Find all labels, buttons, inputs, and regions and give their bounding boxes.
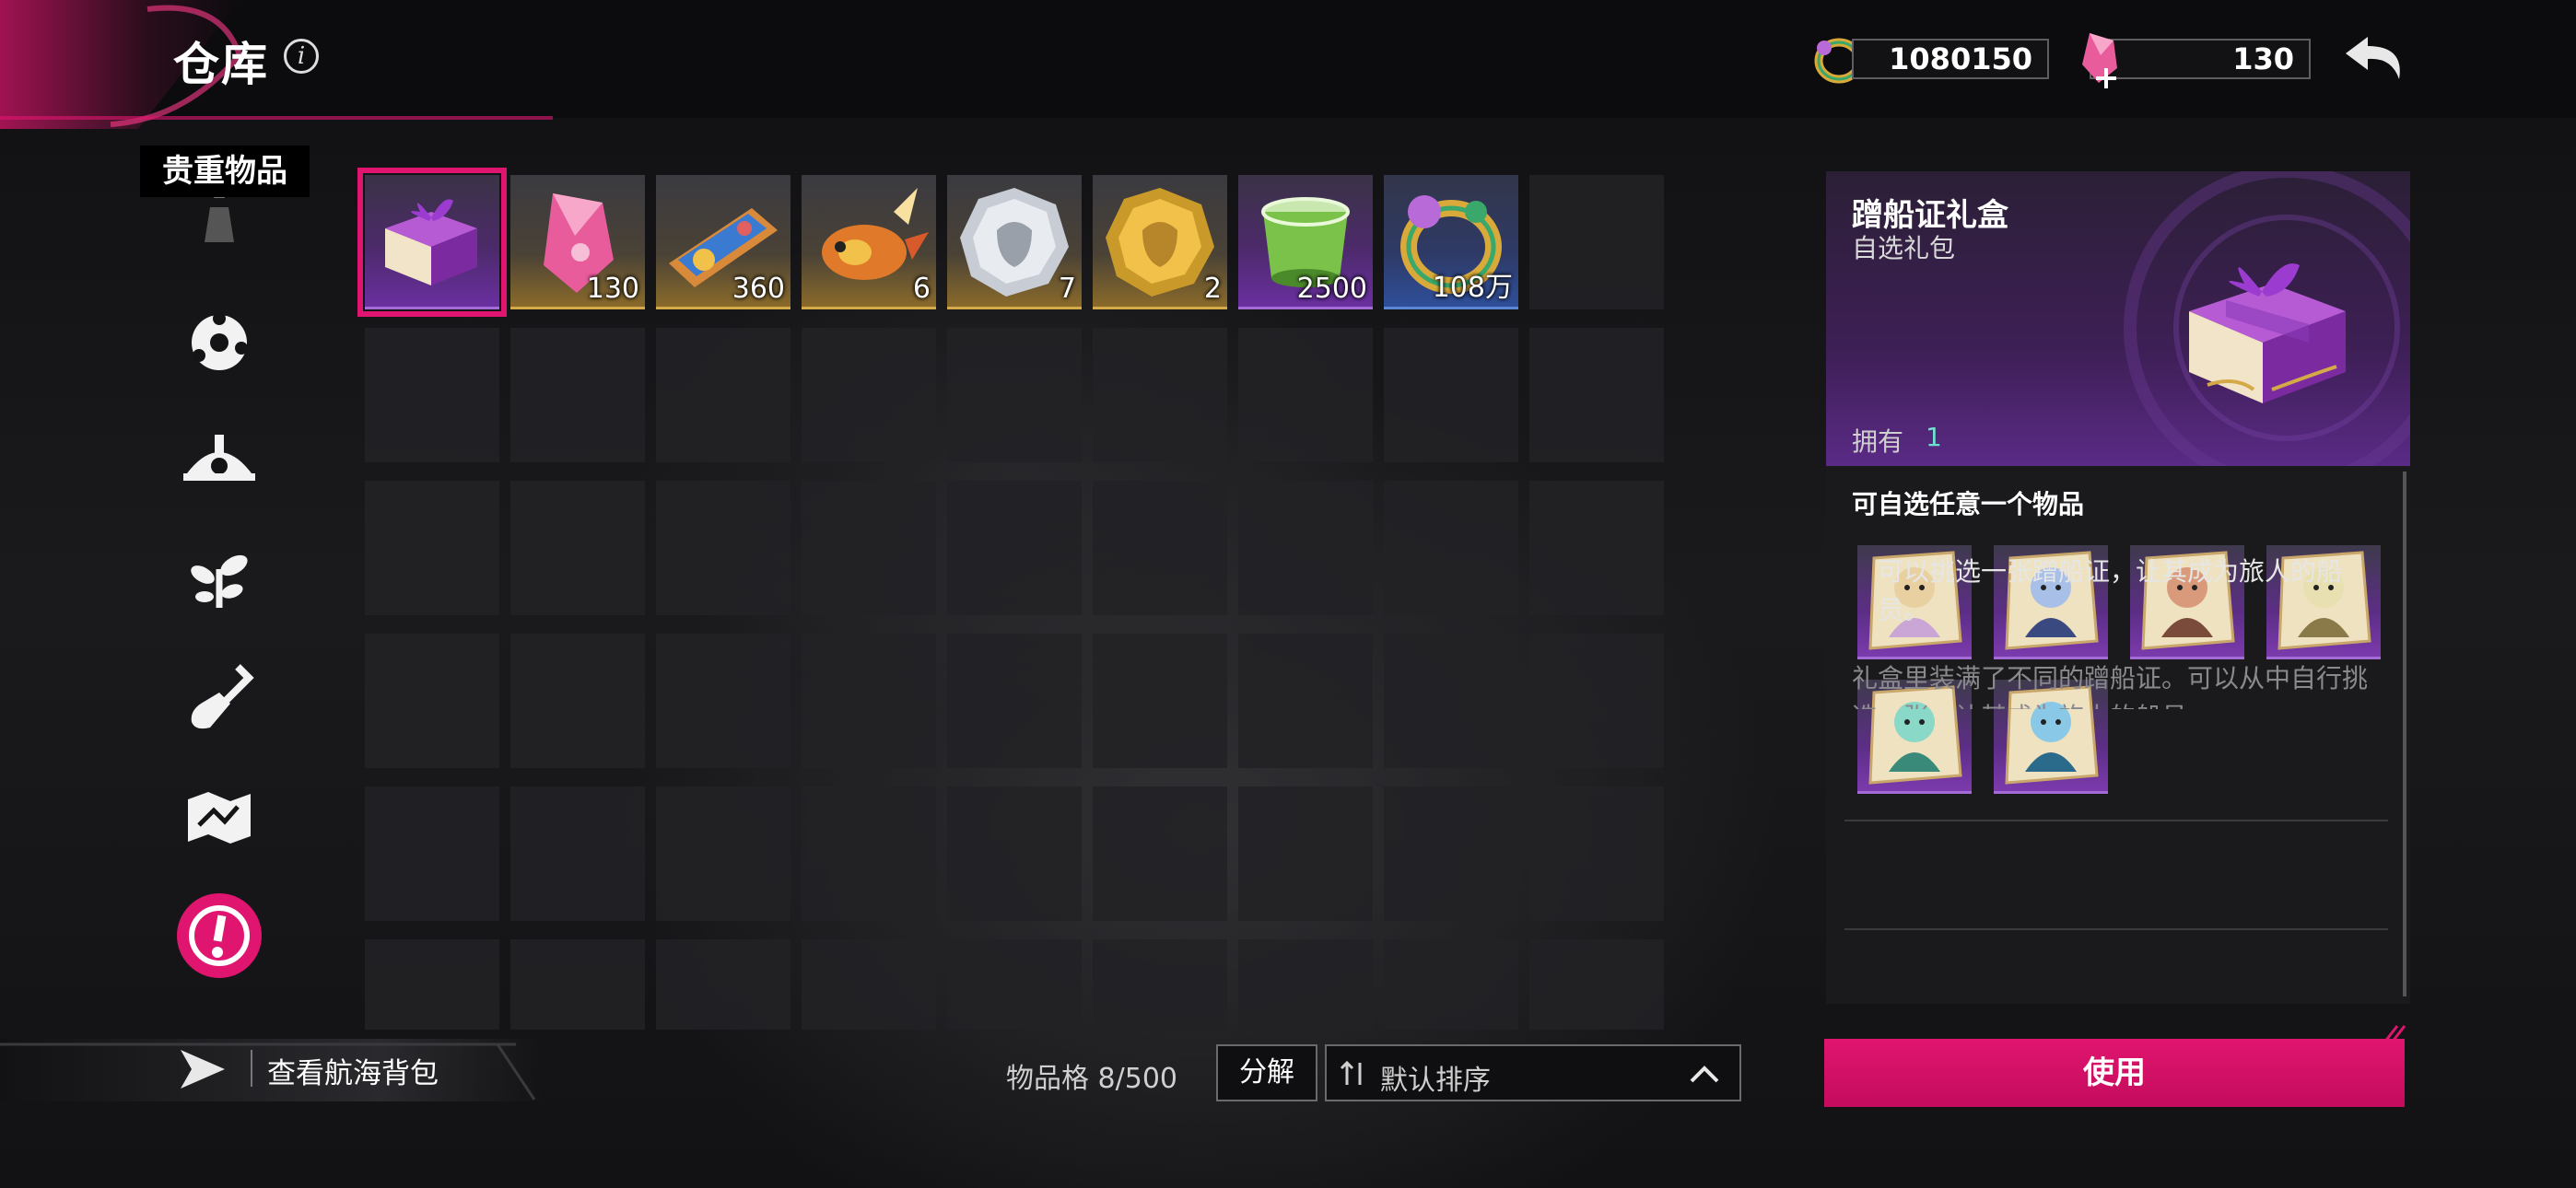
empty-slot[interactable] <box>365 939 499 1030</box>
empty-slot[interactable] <box>947 786 1082 921</box>
empty-slot[interactable] <box>1529 175 1664 309</box>
empty-slot[interactable] <box>1384 328 1518 462</box>
empty-slot[interactable] <box>510 481 645 615</box>
inventory-slot[interactable]: 6 <box>802 175 936 309</box>
item-count: 360 <box>732 273 785 305</box>
empty-slot[interactable] <box>510 786 645 921</box>
button-accent-decoration <box>2381 1022 2408 1044</box>
inventory-slot[interactable]: 130 <box>510 175 645 309</box>
empty-slot[interactable] <box>947 939 1082 1030</box>
arrow-right-icon[interactable] <box>177 1046 228 1092</box>
sort-label: 默认排序 <box>1380 1065 1491 1097</box>
empty-slot[interactable] <box>802 328 936 462</box>
empty-slot[interactable] <box>656 786 790 921</box>
empty-slot[interactable] <box>1093 634 1227 768</box>
inventory-slot[interactable] <box>357 168 507 317</box>
empty-slot[interactable] <box>1529 939 1664 1030</box>
empty-slot[interactable] <box>365 328 499 462</box>
empty-slot[interactable] <box>365 786 499 921</box>
selection-frame <box>357 168 507 317</box>
sort-arrows-icon <box>1340 1059 1367 1089</box>
empty-slot[interactable] <box>1529 786 1664 921</box>
item-lore: 礼盒里装满了不同的蹭船证。可以从中自行挑选一张，让其成为旅人的船员。 <box>1852 663 2368 709</box>
sprout-icon[interactable] <box>173 532 265 624</box>
item-type: 自选礼包 <box>1852 233 1956 263</box>
empty-slot[interactable] <box>1093 786 1227 921</box>
back-arrow-icon[interactable] <box>2340 26 2414 90</box>
empty-slot[interactable] <box>947 328 1082 462</box>
empty-slot[interactable] <box>802 634 936 768</box>
item-description: 可以挑选一张蹭船证，让其成为旅人的船员。 <box>1878 556 2343 625</box>
divider <box>1844 820 2388 821</box>
empty-slot[interactable] <box>1238 939 1373 1030</box>
empty-slot[interactable] <box>365 634 499 768</box>
empty-slot[interactable] <box>1529 328 1664 462</box>
info-icon[interactable]: i <box>284 39 319 74</box>
empty-slot[interactable] <box>656 328 790 462</box>
empty-slot[interactable] <box>1238 481 1373 615</box>
inventory-slot[interactable]: 360 <box>656 175 790 309</box>
purple-gift-box-icon <box>2171 228 2364 422</box>
item-count: 108万 <box>1432 272 1513 304</box>
pink-crystal-plus-icon[interactable] <box>2073 28 2128 92</box>
capacity-text: 物品格 8/500 <box>1006 1063 1177 1095</box>
gear-flower-icon[interactable] <box>173 297 265 389</box>
item-count: 130 <box>586 273 639 305</box>
alert-icon[interactable] <box>173 890 265 982</box>
empty-slot[interactable] <box>1093 939 1227 1030</box>
chevron-up-icon <box>1688 1063 1721 1087</box>
inventory-slot[interactable]: 2500 <box>1238 175 1373 309</box>
empty-slot[interactable] <box>947 634 1082 768</box>
empty-slot[interactable] <box>656 481 790 615</box>
empty-slot[interactable] <box>656 634 790 768</box>
empty-slot[interactable] <box>1093 481 1227 615</box>
empty-slot[interactable] <box>1384 634 1518 768</box>
empty-slot[interactable] <box>1384 481 1518 615</box>
empty-slot[interactable] <box>510 328 645 462</box>
own-count: 1 <box>1926 422 1942 452</box>
separator <box>251 1050 252 1087</box>
empty-slot[interactable] <box>1529 481 1664 615</box>
empty-slot[interactable] <box>1529 634 1664 768</box>
item-detail-panel: 蹭船证礼盒 自选礼包 拥有 1 可自选任意一个物品 可以挑选一张蹭船证，让其成为… <box>1826 171 2410 1004</box>
view-voyage-bag-link[interactable]: 查看航海背包 <box>267 1050 439 1091</box>
empty-slot[interactable] <box>802 939 936 1030</box>
empty-slot[interactable] <box>1384 939 1518 1030</box>
empty-slot[interactable] <box>1238 786 1373 921</box>
item-detail-header: 蹭船证礼盒 自选礼包 拥有 1 <box>1826 171 2410 466</box>
empty-slot[interactable] <box>656 939 790 1030</box>
page-title: 仓库 <box>173 38 269 91</box>
category-label: 贵重物品 <box>140 146 310 197</box>
item-detail-body: 可自选任意一个物品 可以挑选一张蹭船证，让其成为旅人的船员。 礼盒里装满了不同的… <box>1826 466 2410 1004</box>
shovel-icon[interactable] <box>173 652 265 744</box>
map-icon[interactable] <box>173 770 265 862</box>
own-label: 拥有 <box>1852 426 1904 457</box>
choice-title: 可自选任意一个物品 <box>1852 489 2085 519</box>
empty-slot[interactable] <box>947 481 1082 615</box>
top-bar: 仓库 i 1080150 130 <box>0 0 2576 129</box>
empty-slot[interactable] <box>1238 634 1373 768</box>
inventory-slot[interactable]: 108万 <box>1384 175 1518 309</box>
divider <box>1844 928 2388 930</box>
sort-select[interactable]: 默认排序 <box>1325 1044 1741 1101</box>
empty-slot[interactable] <box>802 786 936 921</box>
use-button[interactable]: 使用 <box>1824 1039 2405 1107</box>
empty-slot[interactable] <box>510 939 645 1030</box>
item-count: 7 <box>1058 273 1076 305</box>
empty-slot[interactable] <box>802 481 936 615</box>
item-count: 2500 <box>1296 273 1367 305</box>
empty-slot[interactable] <box>365 481 499 615</box>
inventory-slot[interactable]: 7 <box>947 175 1082 309</box>
item-count: 6 <box>912 273 931 305</box>
decompose-button[interactable]: 分解 <box>1216 1044 1317 1101</box>
gold-amount: 1080150 <box>1852 39 2049 79</box>
empty-slot[interactable] <box>1238 328 1373 462</box>
empty-slot[interactable] <box>1384 786 1518 921</box>
item-count: 2 <box>1203 273 1222 305</box>
detail-scrollbar[interactable] <box>2403 472 2406 996</box>
empty-slot[interactable] <box>510 634 645 768</box>
ship-wheel-icon[interactable] <box>173 414 265 507</box>
empty-slot[interactable] <box>1093 328 1227 462</box>
inventory-slot[interactable]: 2 <box>1093 175 1227 309</box>
